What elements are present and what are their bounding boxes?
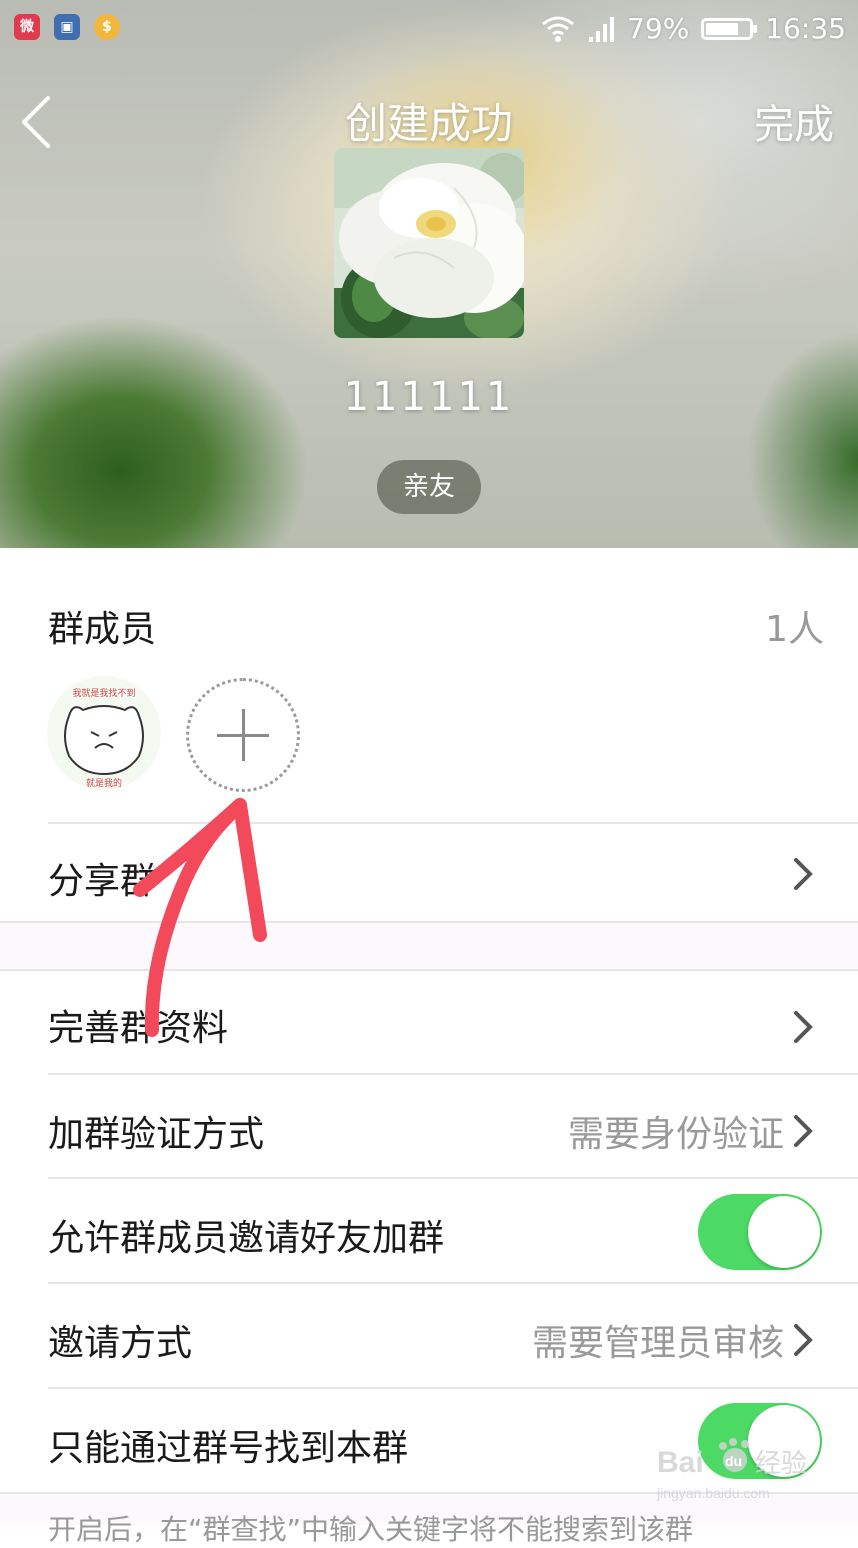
member-avatar[interactable]: 我就是我找不到 就是我的 — [47, 676, 161, 790]
chevron-right-icon — [794, 1324, 813, 1356]
row-complete-info[interactable]: 完善群资料 — [0, 971, 858, 1073]
battery-percent: 79% — [627, 12, 690, 45]
status-indicators: 79% 16:35 — [541, 12, 846, 45]
group-avatar[interactable] — [334, 148, 524, 338]
row-label-find-only: 只能通过群号找到本群 — [48, 1428, 409, 1469]
battery-icon — [701, 17, 758, 40]
row-allow-invite: 允许群成员邀请好友加群 — [0, 1179, 858, 1282]
chevron-right-icon — [794, 1115, 813, 1147]
cellular-signal-icon — [589, 16, 615, 42]
toggle-knob — [748, 1196, 820, 1268]
chevron-right-icon — [794, 1011, 813, 1043]
row-invite-method[interactable]: 邀请方式 需要管理员审核 — [0, 1284, 858, 1387]
white-flower-image — [334, 148, 524, 338]
back-button[interactable] — [14, 88, 64, 158]
allow-invite-toggle[interactable] — [698, 1194, 822, 1270]
row-label-invite-method: 邀请方式 — [48, 1323, 193, 1364]
chevron-right-icon — [794, 858, 813, 890]
members-title: 群成员 — [48, 609, 157, 650]
row-label-allow-invite: 允许群成员邀请好友加群 — [48, 1218, 445, 1259]
members-count[interactable]: 1人 — [765, 600, 824, 652]
clock: 16:35 — [765, 12, 846, 45]
row-share-group[interactable]: 分享群 — [0, 824, 858, 922]
group-category-tag[interactable]: 亲友 — [377, 460, 481, 514]
status-notification-icons: 微 ▣ $ — [14, 14, 120, 40]
wifi-icon — [542, 16, 574, 42]
member-avatar-text-bottom: 就是我的 — [86, 777, 122, 789]
row-find-by-number-only: 只能通过群号找到本群 — [0, 1389, 858, 1492]
status-bar: 微 ▣ $ 79% 16:35 — [0, 0, 858, 62]
member-avatar-text-top: 我就是我找不到 — [72, 687, 135, 699]
row-label-verification: 加群验证方式 — [48, 1114, 265, 1155]
coin-icon: $ — [94, 14, 120, 40]
add-member-button[interactable] — [186, 678, 300, 792]
section-gap — [0, 923, 858, 970]
back-chevron-icon — [22, 96, 50, 148]
group-name: 111111 — [343, 374, 515, 420]
members-section: 群成员 1人 我就是我找不到 就是我的 — [0, 548, 858, 822]
cartoon-cat-sticker: 我就是我找不到 就是我的 — [47, 676, 161, 790]
gallery-icon: ▣ — [54, 14, 80, 40]
plus-icon-vertical — [242, 709, 245, 761]
row-value-verification: 需要身份验证 — [567, 1114, 784, 1155]
row-label-complete-info: 完善群资料 — [48, 1008, 229, 1049]
weibo-icon: 微 — [14, 14, 40, 40]
row-join-verification[interactable]: 加群验证方式 需要身份验证 — [0, 1075, 858, 1177]
toggle-knob — [748, 1405, 820, 1477]
row-label-share: 分享群 — [48, 861, 157, 902]
footer-note: 开启后，在“群查找”中输入关键字将不能搜索到该群 — [48, 1513, 694, 1546]
done-button[interactable]: 完成 — [754, 92, 834, 150]
find-only-toggle[interactable] — [698, 1403, 822, 1479]
row-value-invite-method: 需要管理员审核 — [531, 1323, 784, 1364]
